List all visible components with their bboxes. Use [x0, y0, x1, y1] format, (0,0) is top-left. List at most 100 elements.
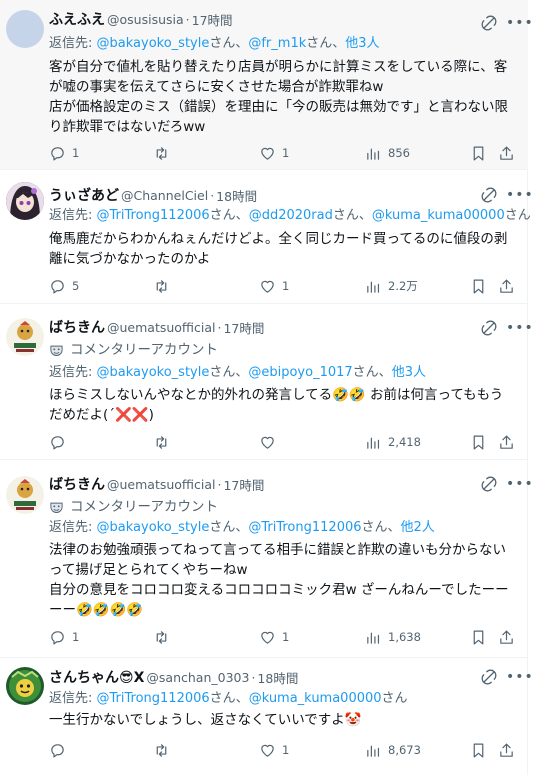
tweet[interactable]: さんちゃん😎X @sanchan_0303 · 18時間 返信先: @TriTr…	[0, 658, 533, 775]
timestamp[interactable]: 17時間	[223, 318, 264, 337]
tweet[interactable]: ばちきん @uematsuofficial · 17時間 コメンタリーアカウント…	[0, 460, 533, 658]
share-icon	[500, 146, 513, 160]
timestamp[interactable]: 17時間	[192, 10, 233, 29]
mention-link[interactable]: @bakayoko_style	[97, 365, 210, 380]
like-button[interactable]: 1	[259, 276, 289, 296]
like-button[interactable]: 1	[259, 740, 289, 760]
timestamp[interactable]: 17時間	[223, 475, 264, 494]
others-link[interactable]: 他3人	[345, 36, 379, 51]
views-icon	[367, 437, 380, 449]
retweet-button[interactable]	[153, 740, 176, 760]
grok-icon[interactable]	[480, 186, 498, 204]
mention-link[interactable]: @kuma_kuma00000	[372, 208, 505, 223]
mention-link[interactable]: @TriTrong112006	[248, 520, 361, 535]
user-handle[interactable]: @ChannelCiel	[121, 188, 208, 203]
grok-icon[interactable]	[480, 475, 498, 493]
reply-button[interactable]: 5	[49, 276, 79, 296]
others-link[interactable]: 他2人	[401, 520, 435, 535]
display-name[interactable]: ばちきん	[49, 317, 105, 337]
like-count: 1	[282, 630, 290, 644]
share-button[interactable]	[498, 432, 515, 452]
views-button[interactable]: 1,638	[365, 627, 421, 647]
user-handle[interactable]: @uematsuofficial	[107, 320, 216, 335]
bookmark-button[interactable]	[470, 627, 487, 647]
grok-icon[interactable]	[480, 14, 498, 32]
avatar-image	[6, 667, 44, 705]
timeline: ふえふえ @osusisusia · 17時間 返信先: @bakayoko_s…	[0, 0, 533, 775]
more-icon[interactable]: •••	[506, 670, 533, 688]
share-button[interactable]	[498, 627, 515, 647]
mention-link[interactable]: @TriTrong112006	[97, 691, 210, 706]
views-button[interactable]: 856	[365, 143, 410, 163]
bookmark-button[interactable]	[470, 432, 487, 452]
more-icon[interactable]: •••	[506, 16, 533, 34]
bookmark-icon	[473, 630, 484, 644]
tweet[interactable]: ばちきん @uematsuofficial · 17時間 コメンタリーアカウント…	[0, 304, 533, 460]
like-button[interactable]: 1	[259, 627, 289, 647]
reply-button[interactable]	[49, 432, 72, 452]
timestamp[interactable]: 18時間	[216, 186, 257, 205]
display-name[interactable]: さんちゃん😎X	[49, 667, 144, 687]
mention-link[interactable]: @fr_m1k	[248, 36, 306, 51]
mention-link[interactable]: @bakayoko_style	[97, 520, 210, 535]
mention-link[interactable]: @bakayoko_style	[97, 36, 210, 51]
views-icon	[367, 281, 380, 293]
retweet-icon	[156, 435, 167, 449]
mention-link[interactable]: @kuma_kuma00000	[249, 691, 382, 706]
bookmark-button[interactable]	[470, 740, 487, 760]
tweet-text-line: ーー🤣🤣🤣🤣	[49, 602, 144, 618]
retweet-button[interactable]	[153, 627, 176, 647]
share-button[interactable]	[498, 276, 515, 296]
action-bar: 1 8,673	[49, 740, 518, 760]
views-button[interactable]: 2,418	[365, 432, 421, 452]
retweet-button[interactable]	[153, 432, 176, 452]
retweet-icon	[156, 146, 167, 160]
reply-button[interactable]: 1	[49, 143, 79, 163]
mention-link[interactable]: @TriTrong112006	[97, 208, 210, 223]
retweet-button[interactable]	[153, 276, 176, 296]
tweet[interactable]: うぃざあど @ChannelCiel · 18時間 返信先: @TriTrong…	[0, 170, 533, 304]
avatar[interactable]	[6, 182, 44, 220]
like-count: 1	[282, 279, 290, 293]
avatar[interactable]	[6, 10, 44, 48]
reply-to: 返信先: @bakayoko_styleさん、@ebipoyo_1017さん、他…	[49, 363, 426, 383]
others-link[interactable]: 他3人	[392, 365, 426, 380]
user-handle[interactable]: @osusisusia	[107, 12, 184, 27]
share-button[interactable]	[498, 143, 515, 163]
more-icon[interactable]: •••	[506, 477, 533, 495]
bookmark-button[interactable]	[470, 276, 487, 296]
display-name[interactable]: うぃざあど	[49, 185, 119, 205]
like-button[interactable]	[259, 432, 282, 452]
avatar[interactable]	[6, 667, 44, 705]
user-handle[interactable]: @uematsuofficial	[107, 477, 216, 492]
reply-button[interactable]: 1	[49, 627, 79, 647]
bookmark-button[interactable]	[470, 143, 487, 163]
commentary-badge: コメンタリーアカウント	[49, 340, 218, 360]
share-icon	[500, 279, 513, 293]
retweet-button[interactable]	[153, 143, 176, 163]
grok-icon[interactable]	[480, 319, 498, 337]
reply-button[interactable]	[49, 740, 72, 760]
share-button[interactable]	[498, 740, 515, 760]
more-icon[interactable]: •••	[506, 188, 533, 206]
grok-icon[interactable]	[480, 668, 498, 686]
mention-link[interactable]: @dd2020rad	[249, 208, 333, 223]
views-button[interactable]: 2.2万	[365, 276, 418, 296]
reply-prefix: 返信先:	[49, 520, 97, 535]
tweet[interactable]: ふえふえ @osusisusia · 17時間 返信先: @bakayoko_s…	[0, 0, 533, 170]
share-icon	[500, 435, 513, 449]
avatar-image	[6, 182, 44, 220]
timestamp[interactable]: 18時間	[257, 668, 298, 687]
mention-link[interactable]: @ebipoyo_1017	[248, 365, 352, 380]
action-bar: 5 1 2.2万	[49, 276, 518, 296]
avatar[interactable]	[6, 476, 44, 514]
user-handle[interactable]: @sanchan_0303	[146, 670, 249, 685]
display-name[interactable]: ふえふえ	[49, 9, 105, 29]
avatar-image	[6, 318, 44, 356]
avatar[interactable]	[6, 318, 44, 356]
like-count: 1	[282, 743, 290, 757]
display-name[interactable]: ばちきん	[49, 474, 105, 494]
more-icon[interactable]: •••	[506, 321, 533, 339]
views-button[interactable]: 8,673	[365, 740, 421, 760]
like-button[interactable]: 1	[259, 143, 289, 163]
